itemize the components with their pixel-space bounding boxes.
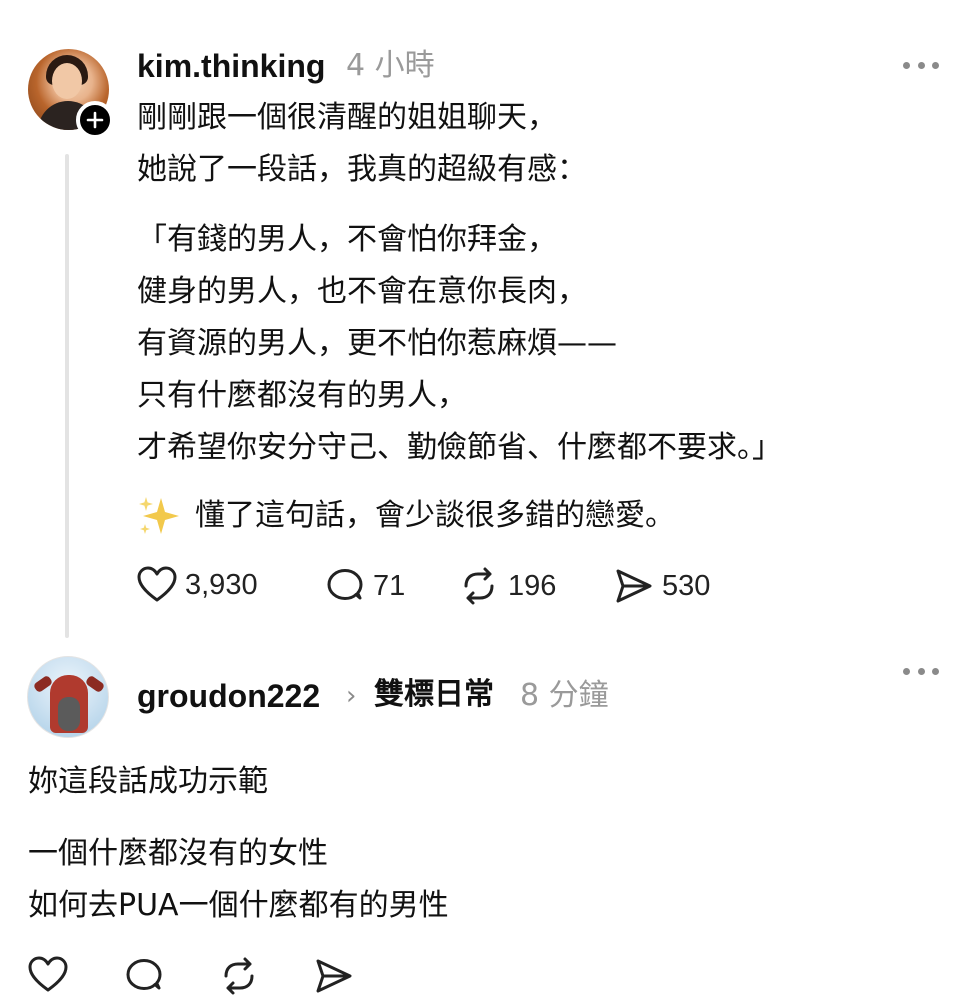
comment-button[interactable]: 71: [325, 566, 405, 606]
quote-line: 「有錢的男人，不會怕你拜金，: [137, 222, 557, 257]
comment-count: 71: [373, 569, 406, 602]
reply-line: 一個什麼都沒有的女性: [28, 836, 328, 871]
reply-line: 如何去PUA一個什麼都有的男性: [28, 888, 449, 923]
post-outro: 懂了這句話，會少談很多錯的戀愛。: [137, 490, 675, 542]
quote-line: 健身的男人，也不會在意你長肉，: [137, 274, 587, 309]
author-username[interactable]: kim.thinking: [137, 50, 325, 82]
post-quote: 「有錢的男人，不會怕你拜金， 健身的男人，也不會在意你長肉， 有資源的男人，更不…: [137, 214, 782, 474]
repost-count: 196: [508, 569, 557, 602]
reply-comment-button[interactable]: [124, 956, 164, 1000]
plus-icon: [86, 111, 104, 129]
reply-timestamp: 8 分鐘: [520, 678, 609, 713]
reply-line: 妳這段話成功示範: [28, 764, 268, 799]
like-count: 3,930: [185, 568, 258, 601]
like-button[interactable]: 3,930: [137, 566, 258, 604]
repost-icon: [224, 957, 254, 995]
heart-icon: [28, 956, 68, 992]
quote-line: 才希望你安分守己、勤儉節省、什麼都不要求。」: [137, 430, 782, 465]
post-line: 剛剛跟一個很清醒的姐姐聊天，: [137, 100, 557, 135]
post-body: 剛剛跟一個很清醒的姐姐聊天， 她說了一段話，我真的超級有感：: [137, 92, 587, 196]
repost-icon: [464, 567, 494, 605]
share-button[interactable]: 530: [614, 566, 710, 606]
post-timestamp: 4 小時: [346, 48, 435, 83]
thread-line: [65, 154, 69, 638]
post-line: 她說了一段話，我真的超級有感：: [137, 152, 587, 187]
repost-button[interactable]: 196: [458, 566, 556, 606]
send-icon: [616, 569, 652, 603]
share-count: 530: [662, 569, 711, 602]
reply-share-button[interactable]: [314, 956, 354, 1000]
send-icon: [316, 959, 352, 993]
comment-icon: [126, 959, 162, 990]
reply-repost-button[interactable]: [218, 956, 260, 1000]
follow-button[interactable]: [76, 101, 114, 139]
quote-line: 只有什麼都沒有的男人，: [137, 378, 467, 413]
chevron-right-icon: ›: [346, 681, 357, 711]
sparkles-icon: [139, 497, 179, 534]
reply-username[interactable]: groudon222: [137, 680, 320, 712]
heart-icon: [137, 566, 177, 602]
comment-icon: [327, 569, 363, 600]
reply-body-2: 一個什麼都沒有的女性 如何去PUA一個什麼都有的男性: [28, 828, 449, 932]
reply-avatar[interactable]: [27, 656, 109, 738]
reply-like-button[interactable]: [28, 956, 68, 998]
post-line: 懂了這句話，會少談很多錯的戀愛。: [195, 498, 675, 533]
reply-body: 妳這段話成功示範: [28, 756, 268, 808]
quote-line: 有資源的男人，更不怕你惹麻煩——: [137, 326, 617, 361]
more-horizontal-icon[interactable]: [903, 664, 939, 678]
topic-tag[interactable]: 雙標日常: [374, 680, 494, 710]
more-horizontal-icon[interactable]: [903, 58, 939, 72]
